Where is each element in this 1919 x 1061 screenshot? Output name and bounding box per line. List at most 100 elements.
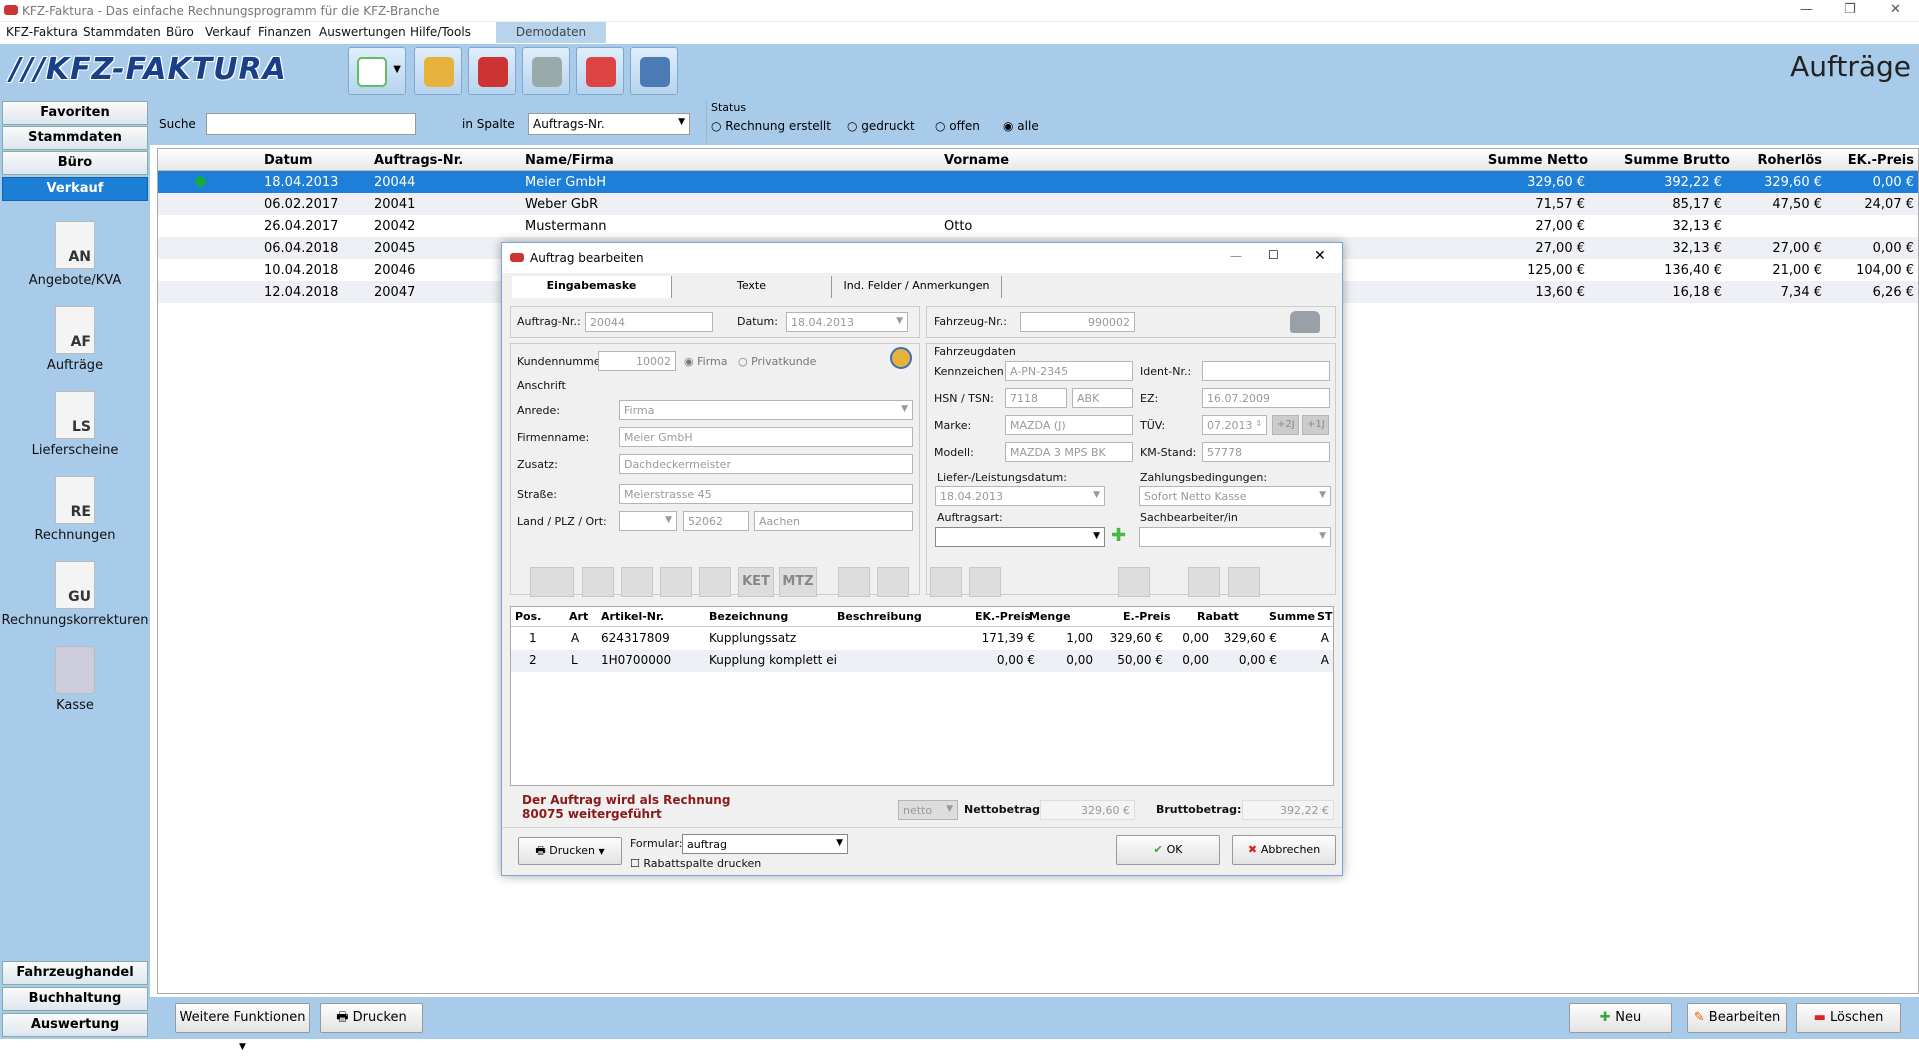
- pos-delete-button[interactable]: [621, 567, 653, 597]
- sidebar-auswertung[interactable]: Auswertung: [2, 1013, 148, 1037]
- status-offen[interactable]: ○ offen: [935, 119, 980, 133]
- bearbeiten-button[interactable]: ✎ Bearbeiten: [1687, 1003, 1787, 1033]
- drucken-button[interactable]: 🖶 Drucken: [320, 1003, 423, 1033]
- weitere-funktionen-button[interactable]: Weitere Funktionen ▼: [175, 1003, 310, 1052]
- firma-radio[interactable]: ◉ Firma: [684, 355, 727, 368]
- land-select[interactable]: ▼: [619, 511, 677, 531]
- kennzeichen-field[interactable]: A-PN-2345: [1005, 361, 1133, 381]
- table-row[interactable]: 18.04.2013 20044 Meier GmbH 329,60 € 392,22 …: [158, 171, 1918, 193]
- menu-hilfe-tools[interactable]: Hilfe/Tools: [410, 25, 471, 39]
- add-vehicle-button[interactable]: [468, 47, 516, 95]
- ident-nr-field[interactable]: [1202, 361, 1330, 381]
- module-angebote[interactable]: AN Angebote/KVA: [0, 221, 150, 288]
- pos-work-button[interactable]: [930, 567, 962, 597]
- new-document-button[interactable]: ▼: [348, 47, 406, 95]
- zahlung-select[interactable]: Sofort Netto Kasse ▼: [1139, 486, 1331, 506]
- rabatt-checkbox[interactable]: ☐ Rabattspalte drucken: [630, 857, 761, 870]
- table-row[interactable]: 26.04.2017 20042 Mustermann Otto 27,00 € 32,1…: [158, 215, 1918, 237]
- tab-texte[interactable]: Texte: [672, 276, 832, 298]
- menu-kfz-faktura[interactable]: KFZ-Faktura: [6, 25, 78, 39]
- position-row[interactable]: 2 L 1H0700000 Kupplung komplett ei 0,00 € 0,0…: [511, 650, 1333, 672]
- pos-copy-button[interactable]: [1188, 567, 1220, 597]
- col-summe-brutto[interactable]: Summe Brutto: [1624, 153, 1730, 168]
- mtz-button[interactable]: MTZ: [779, 567, 817, 597]
- sidebar-buchhaltung[interactable]: Buchhaltung: [2, 987, 148, 1011]
- menu-finanzen[interactable]: Finanzen: [258, 25, 311, 39]
- col-auftrags-nr[interactable]: Auftrags-Nr.: [374, 153, 463, 168]
- menu-auswertungen[interactable]: Auswertungen: [319, 25, 406, 39]
- close-icon[interactable]: ✕: [1890, 2, 1901, 17]
- menu-buero[interactable]: Büro: [166, 25, 194, 39]
- module-rechnungen[interactable]: RE Rechnungen: [0, 476, 150, 543]
- ort-field[interactable]: Aachen: [754, 511, 913, 531]
- restore-icon[interactable]: ❐: [1844, 2, 1856, 17]
- netto-mode-select[interactable]: netto ▼: [898, 800, 958, 820]
- add-supplier-button[interactable]: [630, 47, 678, 95]
- auftragsart-select[interactable]: ▼: [935, 527, 1105, 547]
- sidebar-fahrzeughandel[interactable]: Fahrzeughandel: [2, 961, 148, 985]
- datum-field[interactable]: 18.04.2013 ▼: [786, 312, 908, 332]
- strasse-field[interactable]: Meierstrasse 45: [619, 484, 913, 504]
- sidebar-verkauf[interactable]: Verkauf: [2, 177, 148, 201]
- abbrechen-button[interactable]: ✖ Abbrechen: [1232, 835, 1336, 865]
- pos-up-button[interactable]: [660, 567, 692, 597]
- tuev-field[interactable]: 07.2013 ⇕: [1202, 415, 1267, 435]
- minimize-icon[interactable]: —: [1800, 2, 1813, 17]
- col-name[interactable]: Name/Firma: [525, 153, 614, 168]
- sachbearbeiter-select[interactable]: ▼: [1139, 527, 1331, 547]
- sidebar-buero[interactable]: Büro: [2, 151, 148, 175]
- position-row[interactable]: 1 A 624317809 Kupplungssatz 171,39 € 1,00 329,…: [511, 628, 1333, 650]
- pos-calc-button[interactable]: [1118, 567, 1150, 597]
- pos-down-button[interactable]: [699, 567, 731, 597]
- sidebar-favoriten[interactable]: Favoriten: [2, 101, 148, 125]
- anrede-select[interactable]: Firma ▼: [619, 400, 913, 420]
- sidebar-stammdaten[interactable]: Stammdaten: [2, 126, 148, 150]
- ket-button[interactable]: KET: [738, 567, 774, 597]
- maximize-icon[interactable]: ☐: [1268, 248, 1279, 262]
- add-auftragsart-icon[interactable]: ✚: [1111, 525, 1126, 546]
- close-icon[interactable]: ✕: [1314, 248, 1326, 264]
- demo-tab[interactable]: Demodaten: [496, 22, 606, 43]
- module-rechnungskorrekturen[interactable]: GU Rechnungskorrekturen: [0, 561, 150, 628]
- module-lieferscheine[interactable]: LS Lieferscheine: [0, 391, 150, 458]
- pos-paste-button[interactable]: [1228, 567, 1260, 597]
- search-input[interactable]: [206, 113, 416, 135]
- column-select[interactable]: Auftrags-Nr. ▼: [528, 113, 690, 135]
- pos-text-button[interactable]: [838, 567, 870, 597]
- tsn-field[interactable]: ABK: [1072, 388, 1133, 408]
- plz-field[interactable]: 52062: [683, 511, 749, 531]
- add-customer-button[interactable]: [414, 47, 462, 95]
- formular-select[interactable]: auftrag ▼: [682, 834, 848, 854]
- loeschen-button[interactable]: ▬ Löschen: [1796, 1003, 1901, 1033]
- km-stand-field[interactable]: 57778: [1202, 442, 1330, 462]
- module-auftraege[interactable]: AF Aufträge: [0, 306, 150, 373]
- col-roherloes[interactable]: Roherlös: [1757, 153, 1822, 168]
- menu-verkauf[interactable]: Verkauf: [205, 25, 251, 39]
- table-row[interactable]: 06.02.2017 20041 Weber GbR 71,57 € 85,17 € 47…: [158, 193, 1918, 215]
- col-ek-preis[interactable]: EK.-Preis: [1848, 153, 1914, 168]
- tuev-plus1-button[interactable]: +1J: [1302, 415, 1329, 435]
- status-rechnung-erstellt[interactable]: ○ Rechnung erstellt: [711, 119, 831, 133]
- pos-extra-button[interactable]: [969, 567, 1001, 597]
- zusatz-field[interactable]: Dachdeckermeister: [619, 454, 913, 474]
- kundennr-field[interactable]: 10002: [598, 351, 676, 371]
- col-vorname[interactable]: Vorname: [944, 153, 1009, 168]
- dialog-drucken-button[interactable]: 🖶 Drucken ▼: [518, 837, 622, 865]
- pos-add-button[interactable]: [530, 567, 574, 597]
- neu-button[interactable]: ✚ Neu: [1569, 1003, 1672, 1033]
- tab-ind-felder[interactable]: Ind. Felder / Anmerkungen: [832, 276, 1002, 298]
- ez-field[interactable]: 16.07.2009: [1202, 388, 1330, 408]
- firmenname-field[interactable]: Meier GmbH: [619, 427, 913, 447]
- fahrzeug-nr-field[interactable]: 990002: [1020, 312, 1135, 332]
- status-gedruckt[interactable]: ○ gedruckt: [847, 119, 915, 133]
- add-part-button[interactable]: [522, 47, 570, 95]
- modell-field[interactable]: MAZDA 3 MPS BK: [1005, 442, 1133, 462]
- liefer-field[interactable]: 18.04.2013 ▼: [935, 486, 1105, 506]
- menu-stammdaten[interactable]: Stammdaten: [83, 25, 161, 39]
- pos-article-button[interactable]: [877, 567, 909, 597]
- tab-eingabemaske[interactable]: Eingabemaske: [512, 276, 672, 298]
- pos-insert-button[interactable]: [582, 567, 614, 597]
- add-service-button[interactable]: [576, 47, 624, 95]
- auftrag-nr-field[interactable]: 20044: [585, 312, 713, 332]
- privatkunde-radio[interactable]: ○ Privatkunde: [738, 355, 816, 368]
